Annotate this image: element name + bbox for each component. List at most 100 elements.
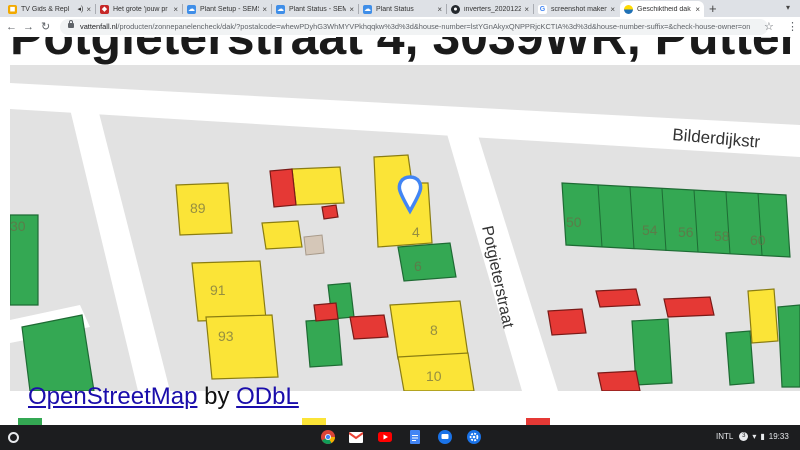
tab-het-grote[interactable]: ◆ Het grote 'jouw pr ×	[96, 1, 182, 17]
odbl-link[interactable]: ODbL	[236, 383, 299, 410]
tab-title: Plant Setup - SEMS	[200, 5, 260, 13]
tab-title: inverters_2020122	[464, 5, 522, 13]
close-icon[interactable]: ×	[524, 5, 529, 14]
messages-icon[interactable]	[437, 429, 453, 445]
new-tab-button[interactable]: +	[709, 1, 717, 16]
ime-indicator[interactable]: INTL	[716, 432, 733, 441]
tab-title: Plant Status - SEM	[289, 5, 347, 13]
house-number: 8	[430, 322, 438, 338]
openstreetmap-link[interactable]: OpenStreetMap	[28, 383, 197, 410]
url-domain: vattenfall.nl	[80, 22, 118, 31]
docs-icon[interactable]	[407, 429, 423, 445]
building	[597, 370, 641, 391]
close-icon[interactable]: ×	[262, 5, 267, 14]
os-shelf: INTL 3 ▾ ▮ 19:33	[0, 425, 800, 450]
building	[191, 260, 267, 322]
clock: 19:33	[768, 432, 789, 441]
building	[777, 304, 800, 388]
house-number: 91	[210, 282, 226, 298]
close-icon[interactable]: ×	[349, 5, 354, 14]
tab-title: Het grote 'jouw pr	[113, 5, 168, 13]
google-icon: G	[538, 4, 547, 14]
house-number: 6	[414, 258, 422, 274]
legend-swatch-suitable	[18, 418, 42, 425]
map-view[interactable]: Bilderdijkstr Potgieterstraat 30 89 91 9…	[10, 65, 800, 391]
speaker-icon: ◂)	[77, 6, 84, 13]
attribution-by: by	[204, 383, 230, 410]
legend-swatch-reasonable	[302, 418, 326, 425]
shield-icon: ◆	[100, 4, 109, 14]
house-number: 50	[566, 214, 582, 230]
close-icon[interactable]: ×	[695, 5, 700, 14]
building	[547, 308, 587, 336]
back-button[interactable]: ←	[6, 19, 17, 35]
wifi-icon: ▾	[752, 432, 757, 441]
tab-plant-status[interactable]: ☁ Plant Status ×	[359, 1, 446, 17]
tab-screenshot-maken[interactable]: G screenshot maken ×	[534, 1, 619, 17]
building	[747, 288, 779, 344]
house-number: 4	[412, 224, 420, 240]
chrome-icon[interactable]	[320, 429, 336, 445]
tab-search-icon[interactable]: ▾	[786, 3, 790, 12]
cloud-icon: ☁	[187, 4, 196, 14]
building	[261, 220, 303, 250]
url-text[interactable]: vattenfall.nl/producten/zonnepanelenchec…	[80, 22, 750, 31]
battery-icon: ▮	[760, 432, 765, 441]
tab-tv-gids[interactable]: ◼ TV Gids & Repl ◂) ×	[4, 1, 95, 17]
settings-icon[interactable]	[466, 429, 482, 445]
building	[21, 314, 95, 391]
url-path: /producten/zonnepanelencheck/dak/?postal…	[117, 22, 751, 31]
house-number: 60	[750, 232, 766, 248]
close-icon[interactable]: ×	[610, 5, 615, 14]
youtube-icon[interactable]	[377, 429, 393, 445]
gmail-icon[interactable]	[348, 429, 364, 445]
lock-icon[interactable]	[68, 20, 74, 28]
tab-plant-status-sems[interactable]: ☁ Plant Status - SEM ×	[272, 1, 358, 17]
cloud-icon: ☁	[276, 4, 285, 14]
close-icon[interactable]: ×	[86, 5, 91, 14]
bookmark-star-icon[interactable]: ☆	[764, 20, 774, 33]
tab-plant-setup[interactable]: ☁ Plant Setup - SEMS ×	[183, 1, 271, 17]
map-canvas: Bilderdijkstr Potgieterstraat 30 89 91 9…	[10, 65, 800, 391]
tab-inverters[interactable]: ● inverters_2020122 ×	[447, 1, 533, 17]
building	[205, 314, 279, 380]
building	[305, 318, 343, 368]
notification-badge[interactable]: 3	[739, 432, 749, 441]
status-area[interactable]: INTL 3 ▾ ▮ 19:33	[716, 432, 789, 441]
tab-title: TV Gids & Repl	[21, 5, 70, 13]
reload-button[interactable]: ↻	[41, 19, 50, 35]
building	[397, 242, 457, 282]
house-number: 89	[190, 200, 206, 216]
forward-button[interactable]: →	[23, 19, 34, 35]
launcher-icon[interactable]	[8, 432, 19, 443]
browser-toolbar: ← → ↻ vattenfall.nl/producten/zonnepanel…	[0, 17, 800, 37]
tab-title: Plant Status	[376, 5, 414, 13]
building	[313, 302, 339, 322]
house-number: 30	[10, 218, 26, 234]
browser-menu-icon[interactable]: ⋮	[787, 20, 798, 33]
building	[725, 330, 755, 386]
building	[631, 318, 673, 386]
close-icon[interactable]: ×	[173, 5, 178, 14]
address-bar[interactable]: vattenfall.nl/producten/zonnepanelenchec…	[60, 19, 768, 35]
vattenfall-icon	[624, 4, 633, 14]
github-icon: ●	[451, 4, 460, 14]
tab-geschiktheid-dak[interactable]: Geschiktheid dak ×	[620, 1, 704, 17]
close-icon[interactable]: ×	[437, 5, 442, 14]
cloud-icon: ☁	[363, 4, 372, 14]
page-content: Potgieterstraat 4, 3039WR, Putten Bilder…	[0, 37, 800, 425]
building	[349, 314, 389, 340]
house-number: 58	[714, 228, 730, 244]
tab-strip: ◼ TV Gids & Repl ◂) × ◆ Het grote 'jouw …	[0, 0, 800, 17]
tab-title: Geschiktheid dak	[637, 5, 691, 13]
house-number: 10	[426, 368, 442, 384]
building	[663, 296, 715, 318]
building	[595, 288, 641, 308]
house-number: 93	[218, 328, 234, 344]
building	[269, 168, 297, 208]
tv-icon: ◼	[8, 4, 17, 14]
map-attribution: OpenStreetMap by ODbL	[28, 383, 299, 411]
tab-title: screenshot maken	[551, 5, 608, 13]
house-number: 54	[642, 222, 658, 238]
building	[291, 166, 345, 206]
